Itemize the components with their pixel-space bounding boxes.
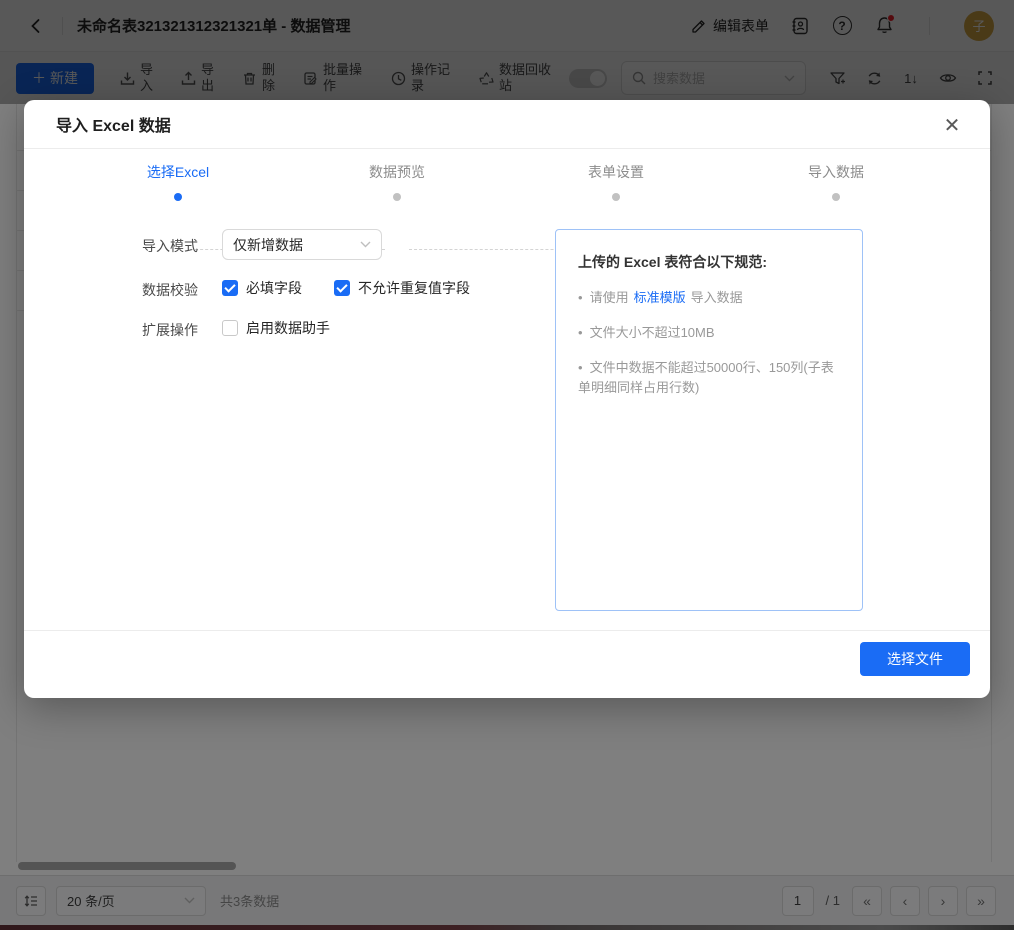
window-bottom-edge [0, 925, 1014, 930]
rules-title: 上传的 Excel 表符合以下规范: [578, 252, 840, 272]
no-duplicate-label[interactable]: 不允许重复值字段 [358, 278, 470, 298]
rule-item: •请使用标准模版导入数据 [578, 288, 840, 308]
standard-template-link[interactable]: 标准模版 [634, 290, 686, 305]
modal-title: 导入 Excel 数据 [56, 112, 171, 136]
step-data-preview[interactable]: 数据预览 [287, 149, 507, 201]
step-dot [612, 193, 620, 201]
step-dot [393, 193, 401, 201]
step-import-data[interactable]: 导入数据 [726, 149, 946, 201]
data-assistant-checkbox[interactable] [222, 320, 238, 336]
data-assistant-label[interactable]: 启用数据助手 [246, 318, 330, 338]
select-file-button[interactable]: 选择文件 [860, 642, 970, 676]
import-steps: 选择Excel 数据预览 表单设置 导入数据 [24, 149, 990, 219]
modal-footer-divider [24, 630, 990, 631]
rule-item: •文件中数据不能超过50000行、150列(子表单明细同样占用行数) [578, 358, 840, 398]
upload-rules-panel: 上传的 Excel 表符合以下规范: •请使用标准模版导入数据 •文件大小不超过… [555, 229, 863, 611]
no-duplicate-checkbox[interactable] [334, 280, 350, 296]
required-fields-checkbox[interactable] [222, 280, 238, 296]
chevron-down-icon [360, 241, 371, 248]
modal-header: 导入 Excel 数据 [24, 100, 990, 149]
extension-label: 扩展操作 [142, 320, 198, 340]
import-mode-label: 导入模式 [142, 236, 198, 256]
required-fields-label[interactable]: 必填字段 [246, 278, 302, 298]
step-form-settings[interactable]: 表单设置 [506, 149, 726, 201]
step-select-excel[interactable]: 选择Excel [68, 149, 288, 201]
data-validation-label: 数据校验 [142, 280, 198, 300]
import-excel-modal: 导入 Excel 数据 ✕ 选择Excel 数据预览 表单设置 导入数据 导入模… [24, 100, 990, 698]
header-dim-shade [0, 0, 1014, 104]
import-mode-select[interactable]: 仅新增数据 [222, 229, 382, 260]
step-dot [174, 193, 182, 201]
step-dot [832, 193, 840, 201]
close-icon[interactable]: ✕ [938, 111, 966, 139]
rule-item: •文件大小不超过10MB [578, 323, 840, 343]
